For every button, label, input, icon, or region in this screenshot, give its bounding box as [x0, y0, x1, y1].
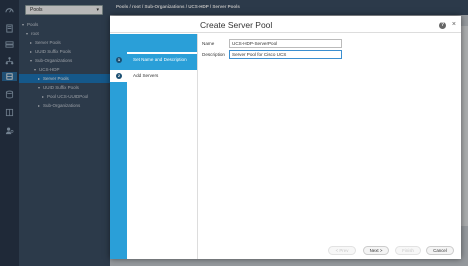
- cancel-button[interactable]: Cancel: [426, 246, 454, 255]
- close-icon[interactable]: ×: [452, 21, 456, 29]
- wizard-steps: 1 Set Name and Description 2 Add Servers: [110, 34, 197, 259]
- wizard-form: Name Description: [197, 34, 461, 259]
- name-input[interactable]: [229, 39, 342, 48]
- step-set-name-and-description[interactable]: 1 Set Name and Description: [110, 54, 197, 66]
- next-button[interactable]: Next >: [363, 246, 389, 255]
- step-label: Add Servers: [133, 73, 159, 78]
- steps-list-background: [127, 82, 197, 259]
- step-number: 2: [116, 73, 122, 79]
- name-label: Name: [202, 41, 215, 46]
- step-number: 1: [116, 57, 122, 63]
- finish-button[interactable]: Finish: [395, 246, 421, 255]
- prev-button[interactable]: < Prev: [328, 246, 356, 255]
- description-input[interactable]: [229, 50, 342, 59]
- dialog-title: Create Server Pool: [200, 20, 273, 30]
- description-label: Description: [202, 52, 225, 57]
- help-icon[interactable]: ?: [439, 22, 446, 29]
- step-label: Set Name and Description: [133, 57, 187, 62]
- create-server-pool-dialog: Create Server Pool ? × 1 Set Name and De…: [110, 16, 461, 259]
- step-add-servers[interactable]: 2 Add Servers: [110, 70, 197, 82]
- dialog-title-divider: [110, 32, 461, 33]
